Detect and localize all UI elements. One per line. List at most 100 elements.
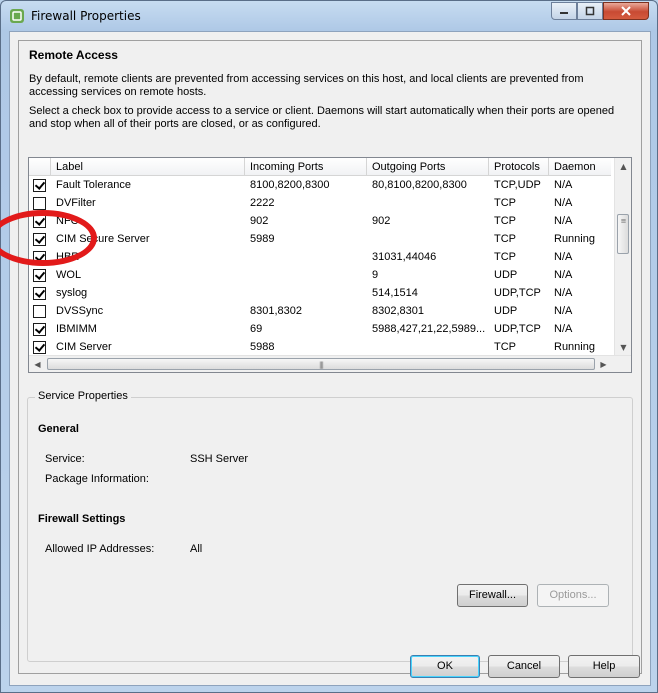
cell-protocols: TCP [494, 233, 516, 245]
cell-label: WOL [56, 269, 82, 281]
maximize-button[interactable] [577, 2, 603, 20]
cell-protocols: UDP,TCP [494, 323, 541, 335]
table-row[interactable]: DVFilter 2222 TCP N/A [29, 194, 611, 212]
cell-daemon: N/A [554, 305, 573, 317]
service-checkbox[interactable] [33, 305, 46, 318]
firewall-button[interactable]: Firewall... [457, 584, 528, 607]
service-checkbox[interactable] [33, 215, 46, 228]
restore-icon [585, 6, 595, 16]
cell-outgoing-ports: 9 [372, 269, 379, 281]
scroll-left-arrow-icon[interactable]: ◀ [29, 356, 46, 372]
column-header-protocols[interactable]: Protocols [489, 158, 549, 176]
service-properties-legend: Service Properties [35, 390, 131, 402]
cancel-button[interactable]: Cancel [488, 655, 560, 678]
services-table[interactable]: Label Incoming Ports Outgoing Ports Prot… [28, 157, 632, 373]
service-checkbox[interactable] [33, 233, 46, 246]
cell-outgoing-ports: 902 [372, 215, 391, 227]
cell-daemon: N/A [554, 251, 573, 263]
cell-incoming-ports: 2222 [250, 197, 275, 209]
service-value: SSH Server [190, 453, 249, 465]
window-title: Firewall Properties [31, 9, 141, 23]
cell-outgoing-ports: 80,8100,8200,8300 [372, 179, 467, 191]
help-button[interactable]: Help [568, 655, 640, 678]
grip-icon: ≡ [620, 217, 627, 225]
ok-button[interactable]: OK [410, 655, 480, 678]
service-checkbox[interactable] [33, 269, 46, 282]
cell-protocols: TCP [494, 251, 516, 263]
table-row[interactable]: Fault Tolerance 8100,8200,8300 80,8100,820… [29, 176, 611, 194]
cell-daemon: Running [554, 341, 595, 353]
table-row[interactable]: syslog 514,1514 UDP,TCP N/A [29, 284, 611, 302]
cell-daemon: Running [554, 233, 595, 245]
column-header-check[interactable] [29, 158, 51, 176]
cell-incoming-ports: 8301,8302 [250, 305, 302, 317]
service-checkbox[interactable] [33, 197, 46, 210]
cell-protocols: TCP,UDP [494, 179, 541, 191]
table-row[interactable]: IBMIMM 69 5988,427,21,22,5989... UDP,TCP N/A [29, 320, 611, 338]
title-bar[interactable]: Firewall Properties [1, 1, 657, 31]
vertical-scrollbar[interactable]: ▲ ≡ ▼ [614, 158, 631, 356]
general-heading: General [38, 423, 79, 435]
column-header-outgoing[interactable]: Outgoing Ports [367, 158, 489, 176]
options-button[interactable]: Options... [537, 584, 609, 607]
dialog-body: Remote Access By default, remote clients… [9, 31, 651, 686]
table-row[interactable]: CIM Server 5988 TCP Running [29, 338, 611, 356]
remote-access-heading: Remote Access [29, 48, 118, 62]
cell-outgoing-ports: 514,1514 [372, 287, 418, 299]
cell-outgoing-ports [367, 338, 489, 356]
service-checkbox[interactable] [33, 179, 46, 192]
cell-protocols: TCP [494, 197, 516, 209]
cell-incoming-ports [245, 266, 367, 284]
cell-protocols: UDP,TCP [494, 287, 541, 299]
horizontal-scroll-thumb[interactable]: ||| [47, 358, 595, 370]
table-row[interactable]: DVSSync 8301,8302 8302,8301 UDP N/A [29, 302, 611, 320]
cell-outgoing-ports: 31031,44046 [372, 251, 437, 263]
cell-label: HBR [56, 251, 80, 263]
remote-access-description: By default, remote clients are prevented… [29, 73, 584, 98]
service-checkbox[interactable] [33, 287, 46, 300]
column-header-incoming[interactable]: Incoming Ports [245, 158, 367, 176]
cell-daemon: N/A [554, 323, 573, 335]
cell-outgoing-ports [367, 230, 489, 248]
cell-daemon: N/A [554, 215, 573, 227]
close-button[interactable] [603, 2, 649, 20]
cell-daemon: N/A [554, 179, 573, 191]
cell-incoming-ports: 8100,8200,8300 [250, 179, 330, 191]
scroll-up-arrow-icon[interactable]: ▲ [615, 158, 631, 175]
cell-incoming-ports: 5989 [250, 233, 275, 245]
horizontal-scrollbar[interactable]: ◀ ||| ▶ [29, 355, 631, 372]
cell-daemon: N/A [554, 197, 573, 209]
allowed-ip-label: Allowed IP Addresses: [45, 543, 155, 555]
service-checkbox[interactable] [33, 341, 46, 354]
cell-label: CIM Secure Server [56, 233, 150, 245]
vertical-scroll-thumb[interactable]: ≡ [617, 214, 629, 254]
cell-outgoing-ports: 8302,8301 [372, 305, 424, 317]
cell-incoming-ports [245, 248, 367, 266]
service-checkbox[interactable] [33, 323, 46, 336]
table-row[interactable]: HBR 31031,44046 TCP N/A [29, 248, 611, 266]
scroll-down-arrow-icon[interactable]: ▼ [615, 339, 631, 356]
cell-protocols: UDP [494, 269, 518, 281]
remote-access-panel: Remote Access By default, remote clients… [18, 40, 642, 674]
cell-daemon: N/A [554, 269, 573, 281]
service-label: Service: [45, 453, 85, 465]
table-row[interactable]: WOL 9 UDP N/A [29, 266, 611, 284]
column-header-daemon[interactable]: Daemon [549, 158, 611, 176]
column-header-label[interactable]: Label [51, 158, 245, 176]
cell-label: Fault Tolerance [56, 179, 132, 191]
service-checkbox[interactable] [33, 251, 46, 264]
table-row[interactable]: CIM Secure Server 5989 TCP Running [29, 230, 611, 248]
vsphere-logo-icon [10, 9, 24, 23]
cell-label: DVFilter [56, 197, 96, 209]
close-icon [621, 6, 631, 16]
minimize-button[interactable] [551, 2, 577, 20]
cell-incoming-ports: 902 [250, 215, 269, 227]
minimize-icon [560, 12, 568, 14]
cell-outgoing-ports: 5988,427,21,22,5989... [372, 323, 486, 335]
cell-label: DVSSync [56, 305, 104, 317]
grip-icon: ||| [318, 361, 324, 369]
cell-incoming-ports [245, 284, 367, 302]
table-header: Label Incoming Ports Outgoing Ports Prot… [29, 158, 611, 176]
scroll-right-arrow-icon[interactable]: ▶ [595, 356, 612, 372]
table-row[interactable]: NFC 902 902 TCP N/A [29, 212, 611, 230]
